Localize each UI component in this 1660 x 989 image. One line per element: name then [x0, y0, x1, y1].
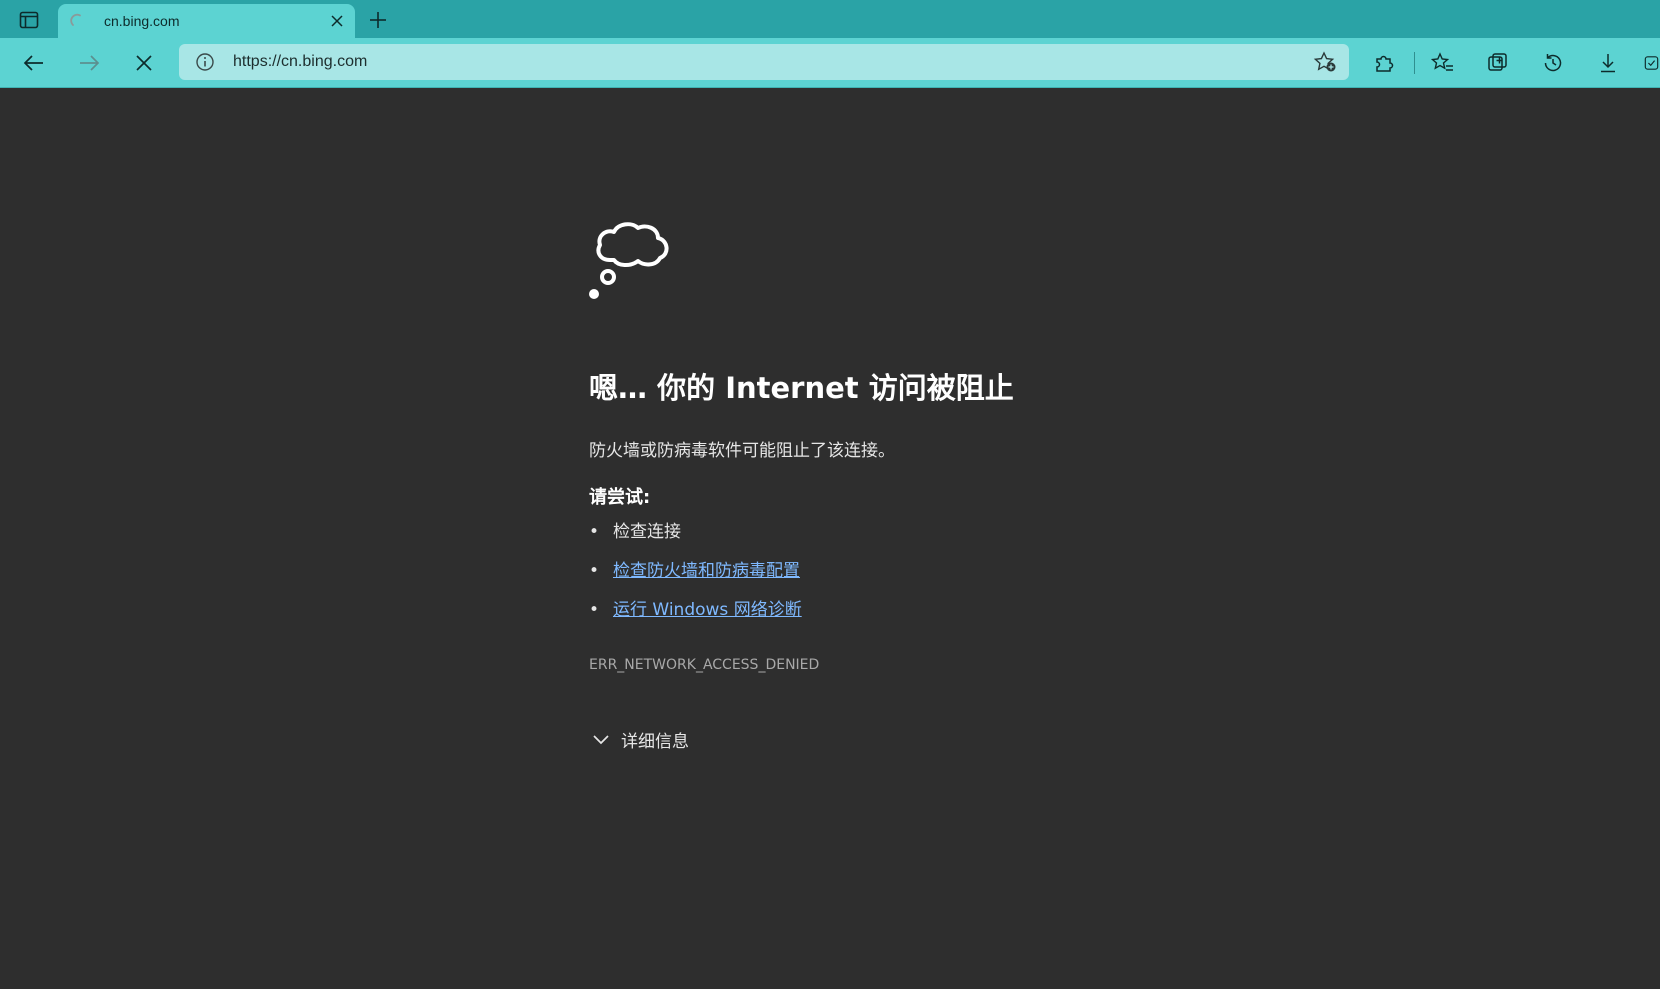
history-icon: [1544, 54, 1562, 72]
active-tab[interactable]: cn.bing.com: [58, 4, 355, 38]
download-icon: [1601, 54, 1615, 73]
close-icon: [331, 15, 343, 27]
history-button[interactable]: [1538, 48, 1568, 78]
extensions-button[interactable]: [1369, 48, 1399, 78]
downloads-button[interactable]: [1593, 48, 1623, 78]
performance-button[interactable]: [1643, 48, 1660, 78]
details-label: 详细信息: [621, 732, 689, 752]
puzzle-icon: [1376, 55, 1394, 72]
suggestion-run-diagnostics: • 运行 Windows 网络诊断: [589, 599, 802, 638]
address-bar[interactable]: https://cn.bing.com: [179, 44, 1349, 80]
collections-icon: [1488, 53, 1507, 71]
tab-actions-button[interactable]: [14, 7, 44, 33]
suggestion-check-connection: • 检查连接: [589, 521, 802, 560]
tab-actions-icon: [19, 11, 39, 29]
thought-cloud-icon: [589, 222, 669, 299]
add-favorite-icon[interactable]: [1313, 51, 1337, 73]
favorites-list-icon: [1431, 52, 1453, 71]
bullet: •: [589, 522, 600, 542]
bullet: •: [589, 600, 600, 620]
arrow-left-icon: [23, 55, 43, 71]
forward-button[interactable]: [72, 47, 106, 79]
tab-close-button[interactable]: [327, 11, 347, 31]
try-heading: 请尝试:: [589, 487, 651, 508]
network-diagnostics-link[interactable]: 运行 Windows 网络诊断: [613, 600, 802, 620]
error-title: 嗯… 你的 Internet 访问被阻止: [589, 371, 1014, 405]
plus-icon: [370, 12, 386, 28]
info-icon[interactable]: [195, 52, 215, 72]
bullet: •: [589, 561, 600, 581]
suggestion-check-firewall: • 检查防火墙和防病毒配置: [589, 560, 802, 599]
close-icon: [136, 55, 152, 71]
new-tab-button[interactable]: [364, 6, 392, 34]
arrow-right-icon: [80, 55, 100, 71]
error-description: 防火墙或防病毒软件可能阻止了该连接。: [589, 441, 895, 461]
stop-loading-button[interactable]: [127, 47, 161, 79]
page-content: 嗯… 你的 Internet 访问被阻止 防火墙或防病毒软件可能阻止了该连接。 …: [0, 89, 1660, 989]
performance-icon: [1644, 56, 1659, 70]
tab-strip: cn.bing.com: [0, 0, 1660, 38]
toolbar-separator: [1414, 52, 1415, 74]
suggestion-list: • 检查连接 • 检查防火墙和防病毒配置 • 运行 Windows 网络诊断: [589, 521, 802, 638]
favorites-button[interactable]: [1428, 48, 1458, 78]
details-toggle-button[interactable]: 详细信息: [591, 727, 689, 752]
check-firewall-link[interactable]: 检查防火墙和防病毒配置: [613, 561, 800, 581]
error-code: ERR_NETWORK_ACCESS_DENIED: [589, 657, 820, 673]
browser-toolbar: https://cn.bing.com: [0, 38, 1660, 88]
back-button[interactable]: [17, 47, 51, 79]
suggestion-label: 检查连接: [613, 522, 681, 542]
collections-button[interactable]: [1483, 48, 1513, 78]
tab-title: cn.bing.com: [104, 13, 180, 29]
url-text[interactable]: https://cn.bing.com: [233, 53, 367, 71]
loading-spinner-icon: [70, 13, 81, 26]
chevron-down-icon: [593, 734, 609, 744]
